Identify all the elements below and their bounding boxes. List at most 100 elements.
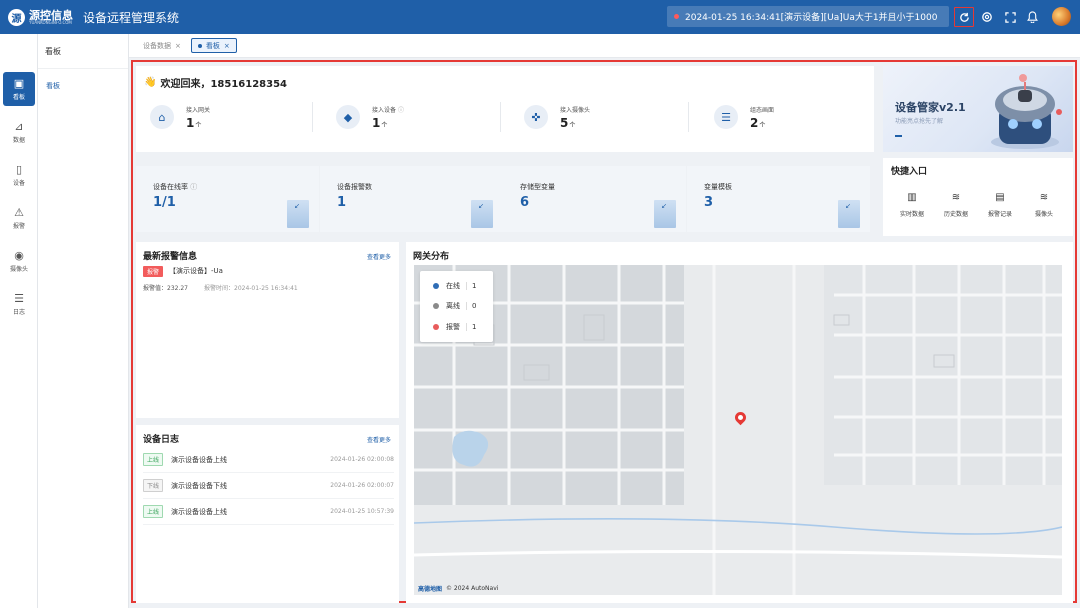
tab-device-data[interactable]: 设备数据 ×	[137, 38, 187, 53]
sidebar-item-label: 看板	[12, 93, 25, 101]
stat-value: 1个	[186, 115, 202, 130]
kpi-online-rate: 设备在线率 ⓘ 1/1 ↙	[136, 166, 319, 232]
log-time: 2024-01-26 02:00:07	[330, 482, 394, 489]
status-badge: 上线	[143, 453, 164, 466]
logo-subtext: YUANKONGINFO.COM	[29, 19, 72, 25]
info-icon: ⓘ	[397, 106, 404, 114]
kpi-value: 1/1	[153, 195, 176, 210]
amap-logo: 高德地图	[418, 586, 443, 593]
close-icon[interactable]: ×	[175, 42, 181, 50]
quick-entry-card: 快捷入口 ▥ 实时数据 ≋ 历史数据 ▤ 报警记录 ≋ 摄像头	[883, 158, 1073, 236]
list-item[interactable]: 上线 演示设备设备上线 2024-01-25 10:57:39	[143, 499, 394, 525]
kpi-label: 存储型变量	[520, 183, 555, 191]
close-icon[interactable]: ×	[224, 42, 230, 50]
device-log-card: 设备日志 查看更多 上线 演示设备设备上线 2024-01-26 02:00:0…	[136, 425, 399, 603]
bell-icon[interactable]	[1022, 7, 1042, 27]
refresh-icon[interactable]	[954, 7, 974, 27]
divider	[688, 102, 689, 132]
online-dot-icon	[433, 283, 439, 289]
kpi-storage-variables: 存储型变量 6 ↙	[503, 166, 686, 232]
sidebar-item-camera[interactable]: ◉ 摄像头	[3, 244, 35, 278]
sidebar-item-data[interactable]: ⊿ 数据	[3, 115, 35, 149]
quick-alarm-records[interactable]: ▤ 报警记录	[982, 192, 1018, 218]
map-legend: 在线 1 离线 0 报警 1	[420, 271, 493, 342]
cube-icon: ◆	[336, 105, 360, 129]
sidebar-item-device[interactable]: ▯ 设备	[3, 158, 35, 192]
active-dot-icon	[197, 43, 202, 48]
alarm-time: 报警时间：2024-01-25 16:34:41	[204, 285, 298, 292]
stat-value: 1个	[372, 115, 388, 130]
sidebar-item-label: 日志	[12, 308, 25, 316]
view-more-link[interactable]: 查看更多	[367, 252, 391, 261]
sidebar-item-label: 设备	[12, 179, 25, 187]
list-item[interactable]: 下线 演示设备设备下线 2024-01-26 02:00:07	[143, 473, 394, 499]
welcome-title: 👋 欢迎回来，18516128354	[144, 75, 287, 90]
layers-icon: ≋	[1039, 192, 1049, 203]
sidebar-item-dashboard[interactable]: ▣ 看板	[3, 72, 35, 106]
app-title: 设备远程管理系统	[83, 10, 180, 25]
quick-history-data[interactable]: ≋ 历史数据	[938, 192, 974, 218]
status-badge: 下线	[143, 479, 164, 492]
sidebar-item-label: 报警	[12, 222, 25, 230]
welcome-card: 👋 欢迎回来，18516128354 ⌂ 接入网关 1个 ◆ 接入设备 ⓘ 1个…	[136, 66, 874, 152]
camera-icon: ◉	[14, 248, 24, 262]
tab-label: 看板	[205, 41, 220, 50]
log-time: 2024-01-26 02:00:08	[330, 456, 394, 463]
kpi-value: 1	[337, 195, 347, 210]
kpi-label: 设备在线率 ⓘ	[153, 183, 198, 191]
stat-scada: ☰ 组态画面 2个	[714, 99, 774, 135]
sidebar-item-label: 摄像头	[9, 265, 28, 273]
alarm-icon: ⚠	[14, 205, 24, 219]
robot-illustration	[991, 74, 1062, 149]
gateway-icon: ⌂	[150, 105, 174, 129]
section-title: 最新报警信息	[143, 252, 198, 262]
sidebar-item-log[interactable]: ☰ 日志	[3, 287, 35, 321]
latest-alarms-card: 最新报警信息 查看更多 报警 【演示设备】-Ua 报警值：232.27 报警时间…	[136, 242, 399, 418]
stat-cameras: ✜ 接入摄像头 5个	[524, 99, 590, 135]
layers-icon: ≋	[951, 192, 961, 203]
quick-entry-title: 快捷入口	[891, 167, 928, 177]
view-more-link[interactable]: 查看更多	[367, 435, 391, 444]
alarm-value: 报警值：232.27	[143, 285, 188, 292]
stat-label: 接入设备 ⓘ	[372, 106, 404, 114]
map-streets	[414, 265, 1062, 595]
chart-icon: ⊿	[14, 119, 24, 133]
info-icon: ⓘ	[190, 183, 198, 191]
stat-value: 5个	[560, 115, 576, 130]
offline-dot-icon	[433, 303, 439, 309]
list-item[interactable]: 上线 演示设备设备上线 2024-01-26 02:00:08	[143, 447, 394, 473]
device-icon: ▯	[15, 162, 23, 176]
wave-hand-icon: 👋	[144, 77, 157, 88]
settings-icon[interactable]	[977, 7, 997, 27]
kpi-alarm-count: 设备报警数 1 ↙	[320, 166, 503, 232]
stat-label: 组态画面	[750, 106, 775, 114]
map-canvas[interactable]	[414, 265, 1062, 595]
bar-chart-icon: ▥	[907, 192, 917, 203]
quick-realtime-data[interactable]: ▥ 实时数据	[894, 192, 930, 218]
banner-subtitle: 功能亮点抢先了解	[895, 118, 944, 125]
avatar[interactable]	[1052, 7, 1071, 26]
quick-label: 历史数据	[943, 211, 968, 218]
alarm-badge: 报警	[143, 266, 164, 277]
fullscreen-icon[interactable]	[1000, 7, 1020, 27]
banner-title: 设备管家v2.1	[895, 101, 966, 114]
welcome-text: 欢迎回来，18516128354	[160, 79, 287, 90]
legend-offline: 离线 0	[433, 301, 476, 311]
quick-camera[interactable]: ≋ 摄像头	[1026, 192, 1062, 218]
quick-label: 摄像头	[1034, 211, 1053, 218]
quick-label: 报警记录	[987, 211, 1012, 218]
alarm-ticker[interactable]: 2024-01-25 16:34:41[演示设备][Ua]Ua大于1并且小于10…	[667, 6, 949, 27]
tab-label: 设备数据	[143, 41, 171, 50]
stat-label: 接入摄像头	[560, 106, 591, 114]
arrow-icon: ↙	[845, 202, 851, 210]
stat-label: 接入网关	[186, 106, 211, 114]
arrow-icon: ↙	[294, 202, 300, 210]
kpi-value: 3	[704, 195, 714, 210]
subnav-item-dashboard[interactable]: 看板	[38, 81, 128, 91]
alarm-device[interactable]: 【演示设备】-Ua	[169, 266, 223, 276]
document-icon: ☰	[714, 105, 738, 129]
cameras-icon: ✜	[524, 105, 548, 129]
tab-bar: 设备数据 × 看板 ×	[129, 34, 1080, 58]
tab-dashboard[interactable]: 看板 ×	[190, 38, 237, 53]
sidebar-item-alarm[interactable]: ⚠ 报警	[3, 201, 35, 235]
